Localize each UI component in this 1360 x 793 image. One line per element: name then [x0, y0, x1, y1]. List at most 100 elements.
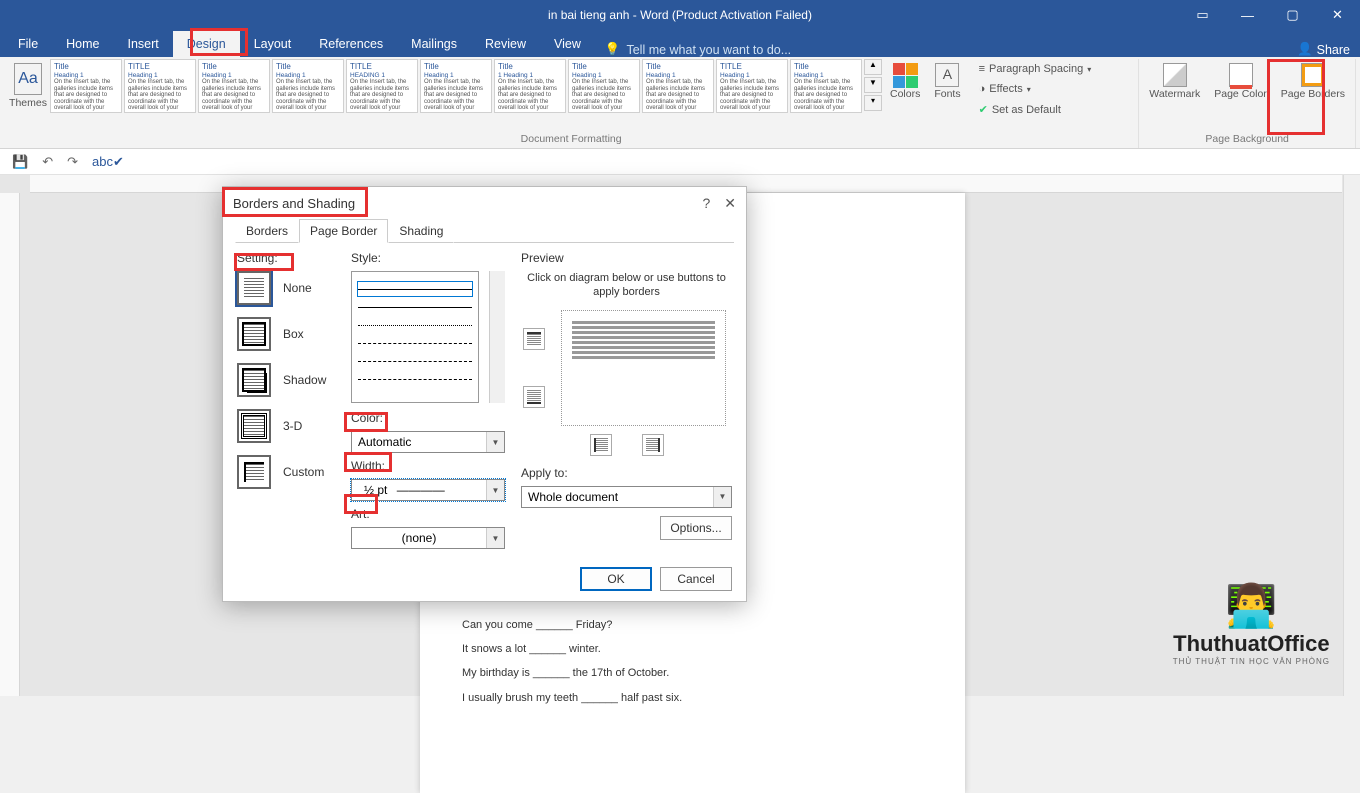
ribbon-display-options-icon[interactable]: ▭	[1180, 0, 1225, 30]
restore-icon[interactable]: ▢	[1270, 0, 1315, 30]
chevron-down-icon: ▼	[713, 487, 731, 507]
style-set[interactable]: TitleHeading 1On the Insert tab, the gal…	[642, 59, 714, 113]
preview-page[interactable]	[561, 310, 726, 426]
set-default-button[interactable]: ✔ Set as Default	[975, 101, 1096, 118]
gallery-more-icon[interactable]: ▾	[864, 95, 882, 111]
checkmark-icon: ✔	[979, 103, 988, 116]
page-color-icon	[1229, 63, 1253, 87]
tab-mailings[interactable]: Mailings	[397, 31, 471, 57]
preview-hint: Click on diagram below or use buttons to…	[521, 271, 732, 300]
fonts-label: Fonts	[934, 89, 960, 101]
style-set[interactable]: TitleHeading 1On the Insert tab, the gal…	[50, 59, 122, 113]
ribbon-body: Aa Themes TitleHeading 1On the Insert ta…	[0, 57, 1360, 149]
style-set[interactable]: TitleHeading 1On the Insert tab, the gal…	[568, 59, 640, 113]
window-title: in bai tieng anh - Word (Product Activat…	[548, 8, 812, 22]
setting-3d[interactable]: 3-D	[237, 409, 345, 443]
lightbulb-icon: 💡	[605, 42, 621, 57]
color-label: Color:	[351, 411, 505, 425]
style-set[interactable]: Title1 Heading 1On the Insert tab, the g…	[494, 59, 566, 113]
tab-insert[interactable]: Insert	[114, 31, 173, 57]
style-listbox[interactable]	[351, 271, 479, 403]
ribbon-tabs: File Home Insert Design Layout Reference…	[0, 30, 1360, 57]
style-set[interactable]: TITLEHeading 1On the Insert tab, the gal…	[124, 59, 196, 113]
setting-custom-icon	[237, 455, 271, 489]
chevron-down-icon: ▾	[1027, 85, 1031, 94]
style-set[interactable]: TitleHeading 1On the Insert tab, the gal…	[790, 59, 862, 113]
spellcheck-icon[interactable]: abc✔	[92, 154, 124, 170]
tab-references[interactable]: References	[305, 31, 397, 57]
width-value: ½ pt ————	[352, 483, 486, 497]
effects-button[interactable]: ◑Effects▾	[975, 81, 1096, 97]
style-set[interactable]: TITLEHEADING 1On the Insert tab, the gal…	[346, 59, 418, 113]
art-combo[interactable]: (none)▼	[351, 527, 505, 549]
gallery-scroll-down-icon[interactable]: ▼	[864, 77, 882, 93]
style-set[interactable]: TITLEHeading 1On the Insert tab, the gal…	[716, 59, 788, 113]
chevron-down-icon: ▼	[486, 528, 504, 548]
setting-shadow[interactable]: Shadow	[237, 363, 345, 397]
undo-icon[interactable]: ↶	[42, 154, 53, 170]
fonts-button[interactable]: A Fonts	[928, 59, 966, 101]
dialog-title-bar[interactable]: Borders and Shading ? ✕	[223, 187, 746, 219]
chevron-down-icon: ▼	[486, 432, 504, 452]
tab-view[interactable]: View	[540, 31, 595, 57]
tab-home[interactable]: Home	[52, 31, 113, 57]
tab-shading[interactable]: Shading	[388, 219, 454, 243]
gallery-scroll-up-icon[interactable]: ▲	[864, 59, 882, 75]
color-combo[interactable]: Automatic▼	[351, 431, 505, 453]
close-icon[interactable]: ✕	[724, 195, 736, 212]
border-top-button[interactable]	[523, 328, 545, 350]
quick-access-toolbar: 💾 ↶ ↷ abc✔	[0, 149, 1360, 175]
themes-button[interactable]: Aa Themes	[8, 59, 48, 109]
help-icon[interactable]: ?	[702, 195, 710, 212]
art-label: Art:	[351, 507, 505, 521]
options-button[interactable]: Options...	[660, 516, 732, 540]
preview-diagram	[521, 310, 732, 426]
art-value: (none)	[352, 531, 486, 545]
tab-page-border[interactable]: Page Border	[299, 219, 388, 243]
paragraph-spacing-icon: ≡	[979, 63, 985, 75]
border-left-button[interactable]	[590, 434, 612, 456]
apply-to-value: Whole document	[522, 490, 713, 504]
width-combo[interactable]: ½ pt ————▼	[351, 479, 505, 501]
cancel-button[interactable]: Cancel	[660, 567, 732, 591]
fonts-icon: A	[935, 63, 959, 87]
minimize-icon[interactable]: —	[1225, 0, 1270, 30]
ok-button[interactable]: OK	[580, 567, 652, 591]
tab-file[interactable]: File	[4, 31, 52, 57]
vertical-scrollbar[interactable]	[1343, 175, 1360, 696]
style-set[interactable]: TitleHeading 1On the Insert tab, the gal…	[272, 59, 344, 113]
style-scrollbar[interactable]	[489, 271, 505, 403]
style-set[interactable]: TitleHeading 1On the Insert tab, the gal…	[420, 59, 492, 113]
colors-button[interactable]: Colors	[884, 59, 926, 101]
title-bar: in bai tieng anh - Word (Product Activat…	[0, 0, 1360, 30]
themes-icon: Aa	[14, 63, 42, 95]
border-right-button[interactable]	[642, 434, 664, 456]
borders-and-shading-dialog: Borders and Shading ? ✕ Borders Page Bor…	[222, 186, 747, 602]
setting-box[interactable]: Box	[237, 317, 345, 351]
watermark-button[interactable]: Watermark	[1143, 59, 1206, 101]
border-bottom-button[interactable]	[523, 386, 545, 408]
apply-to-combo[interactable]: Whole document▼	[521, 486, 732, 508]
page-color-button[interactable]: Page Color	[1208, 59, 1273, 101]
save-icon[interactable]: 💾	[12, 154, 28, 170]
style-set[interactable]: TitleHeading 1On the Insert tab, the gal…	[198, 59, 270, 113]
share-button[interactable]: 👤 Share	[1297, 42, 1350, 57]
tab-design[interactable]: Design	[173, 31, 240, 57]
tab-review[interactable]: Review	[471, 31, 540, 57]
close-icon[interactable]: ✕	[1315, 0, 1360, 30]
dialog-title: Borders and Shading	[233, 196, 355, 211]
tell-me-search[interactable]: 💡 Tell me what you want to do...	[595, 42, 801, 57]
page-borders-label: Page Borders	[1281, 89, 1345, 101]
paragraph-spacing-button[interactable]: ≡Paragraph Spacing▾	[975, 61, 1096, 77]
themes-label: Themes	[9, 97, 47, 109]
tab-borders[interactable]: Borders	[235, 219, 299, 243]
tab-layout[interactable]: Layout	[240, 31, 306, 57]
vertical-ruler[interactable]	[0, 193, 20, 696]
redo-icon[interactable]: ↷	[67, 154, 78, 170]
setting-none[interactable]: None	[237, 271, 345, 305]
watermark-icon	[1163, 63, 1187, 87]
person-icon: 👤	[1297, 42, 1313, 57]
page-borders-button[interactable]: Page Borders	[1275, 59, 1351, 101]
set-default-label: Set as Default	[992, 104, 1061, 116]
setting-custom[interactable]: Custom	[237, 455, 345, 489]
